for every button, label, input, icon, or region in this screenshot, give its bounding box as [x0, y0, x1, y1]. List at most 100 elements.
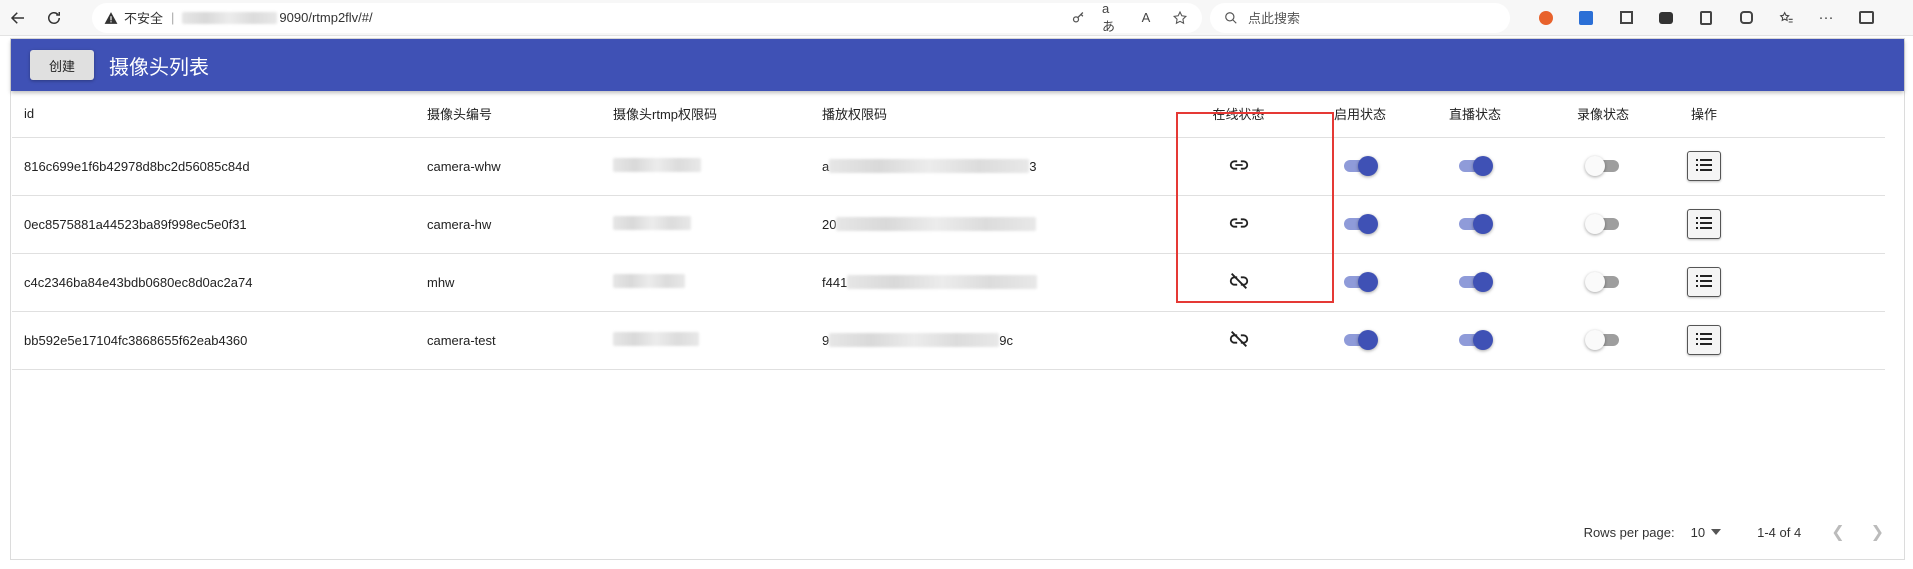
enabled-status-cell	[1309, 137, 1411, 196]
actions-cell	[1667, 253, 1885, 312]
record-toggle[interactable]	[1585, 272, 1621, 292]
rows-per-page-select[interactable]: 10	[1690, 524, 1722, 540]
next-page-icon[interactable]: ❯	[1871, 522, 1884, 542]
address-divider: |	[171, 10, 175, 25]
record-status-cell	[1539, 311, 1667, 370]
row-menu-button[interactable]	[1687, 151, 1721, 181]
rows-per-page-value: 10	[1690, 524, 1706, 540]
camera-code: mhw	[415, 253, 601, 312]
live-status-cell	[1411, 311, 1539, 370]
play-code-prefix: a	[822, 158, 830, 174]
play-code-prefix: 9	[822, 332, 830, 348]
rtmp-code-cell	[601, 137, 810, 196]
switch-thumb	[1473, 330, 1493, 350]
redacted-play-code	[847, 275, 1038, 289]
live-status-cell	[1411, 137, 1539, 196]
actions-cell	[1667, 311, 1885, 370]
redacted-rtmp-code	[613, 331, 699, 346]
record-toggle[interactable]	[1585, 156, 1621, 176]
extension-4-icon[interactable]	[1646, 0, 1686, 36]
row-menu-button[interactable]	[1687, 267, 1721, 297]
previous-page-icon[interactable]: ❮	[1831, 522, 1844, 542]
switch-thumb	[1358, 214, 1378, 234]
list-icon	[1696, 274, 1712, 290]
switch-thumb	[1585, 156, 1605, 176]
camera-code: camera-hw	[415, 195, 601, 254]
redacted-play-code	[836, 217, 1037, 231]
live-toggle[interactable]	[1457, 272, 1493, 292]
table-row: bb592e5e17104fc3868655f62eab4360 camera-t…	[12, 311, 1885, 370]
record-toggle[interactable]	[1585, 214, 1621, 234]
camera-id: 0ec8575881a44523ba89f998ec5e0f31	[12, 195, 415, 254]
switch-thumb	[1358, 330, 1378, 350]
table-row: c4c2346ba84e43bdb0680ec8d0ac2a74 mhw f441	[12, 253, 1885, 312]
live-toggle[interactable]	[1457, 330, 1493, 350]
redacted-rtmp-code	[613, 157, 701, 172]
translate-icon[interactable]: aあ	[1102, 1, 1122, 35]
column-header-rtmp-code: 摄像头rtmp权限码	[601, 91, 810, 138]
collections-icon[interactable]	[1686, 0, 1726, 36]
list-icon	[1696, 216, 1712, 232]
rtmp-code-cell	[601, 311, 810, 370]
record-toggle[interactable]	[1585, 330, 1621, 350]
refresh-icon[interactable]	[36, 0, 72, 36]
address-bar[interactable]: 不安全 | 9090/rtmp2flv/#/ aあ A	[92, 1, 1202, 35]
back-icon[interactable]	[0, 0, 36, 36]
table-header-row: id 摄像头编号 摄像头rtmp权限码 播放权限码 在线状态 启用状态 直播状态…	[12, 91, 1885, 138]
page-range: 1-4 of 4	[1757, 524, 1802, 540]
camera-table: id 摄像头编号 摄像头rtmp权限码 播放权限码 在线状态 启用状态 直播状态…	[12, 91, 1885, 370]
read-aloud-icon[interactable]: A	[1136, 10, 1156, 25]
switch-thumb	[1473, 272, 1493, 292]
row-menu-button[interactable]	[1687, 209, 1721, 239]
dropdown-caret-icon	[1711, 529, 1722, 535]
extension-3-icon[interactable]	[1606, 0, 1646, 36]
enabled-status-cell	[1309, 253, 1411, 312]
redacted-rtmp-code	[613, 215, 691, 230]
column-header-online-status: 在线状态	[1168, 91, 1309, 138]
more-icon[interactable]: ···	[1806, 0, 1846, 36]
pagination: Rows per page: 10 1-4 of 4 ❮ ❯	[1584, 522, 1884, 542]
url-text: 9090/rtmp2flv/#/	[279, 10, 373, 25]
live-status-cell	[1411, 253, 1539, 312]
warning-icon	[104, 11, 118, 24]
redacted-play-code	[829, 333, 1000, 347]
online-status-cell	[1168, 253, 1309, 312]
live-status-cell	[1411, 195, 1539, 254]
play-code-prefix: f441	[822, 274, 848, 290]
create-button[interactable]: 创建	[30, 50, 94, 80]
enabled-toggle[interactable]	[1342, 272, 1378, 292]
online-status-cell	[1168, 137, 1309, 196]
actions-cell	[1667, 195, 1885, 254]
online-status-cell	[1168, 311, 1309, 370]
play-code-cell: 9 9c	[810, 311, 1168, 370]
live-toggle[interactable]	[1457, 214, 1493, 234]
favorites-icon[interactable]	[1766, 0, 1806, 36]
enabled-toggle[interactable]	[1342, 330, 1378, 350]
enabled-toggle[interactable]	[1342, 214, 1378, 234]
security-warning[interactable]: 不安全	[104, 8, 163, 27]
camera-id: c4c2346ba84e43bdb0680ec8d0ac2a74	[12, 253, 415, 312]
list-icon	[1696, 332, 1712, 348]
switch-thumb	[1473, 156, 1493, 176]
sidebar-toggle-icon[interactable]	[1846, 0, 1886, 36]
browser-toolbar: 不安全 | 9090/rtmp2flv/#/ aあ A 点此搜索 ···	[0, 0, 1913, 36]
switch-thumb	[1585, 272, 1605, 292]
rows-per-page-label: Rows per page:	[1583, 524, 1675, 540]
key-icon[interactable]	[1068, 10, 1088, 25]
extension-2-icon[interactable]	[1566, 0, 1606, 36]
live-toggle[interactable]	[1457, 156, 1493, 176]
browser-search-box[interactable]: 点此搜索	[1210, 2, 1510, 33]
row-menu-button[interactable]	[1687, 325, 1721, 355]
column-header-camera-code: 摄像头编号	[415, 91, 601, 138]
column-header-play-code: 播放权限码	[810, 91, 1168, 138]
enabled-toggle[interactable]	[1342, 156, 1378, 176]
extension-1-icon[interactable]	[1526, 0, 1566, 36]
online-status-cell	[1168, 195, 1309, 254]
star-icon[interactable]	[1170, 10, 1190, 26]
play-code-cell: 20	[810, 195, 1168, 254]
record-status-cell	[1539, 195, 1667, 254]
redacted-rtmp-code	[613, 273, 685, 288]
list-icon	[1696, 158, 1712, 174]
play-code-suffix: 9c	[999, 332, 1013, 348]
extensions-icon[interactable]	[1726, 0, 1766, 36]
